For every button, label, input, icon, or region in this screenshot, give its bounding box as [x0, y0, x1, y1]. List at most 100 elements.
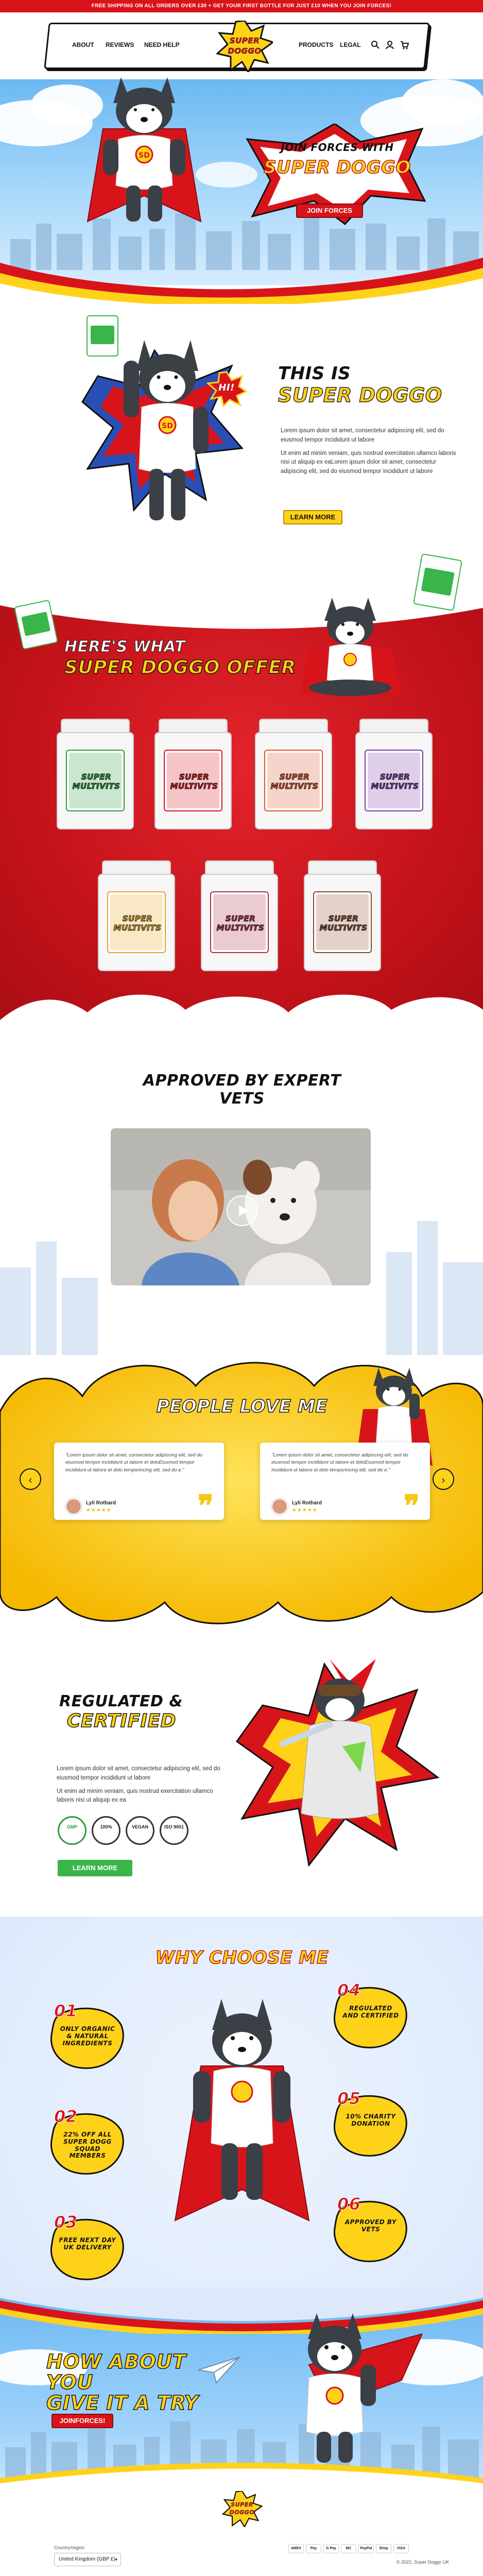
certified-paragraph-1: Lorem ipsum dolor sit amet, consectetur …	[57, 1766, 220, 1781]
why-item: 01 ONLY ORGANIC & NATURAL INGREDIENTS	[49, 2001, 126, 2071]
intro-paragraph-2: Ut enim ad minim veniam, quis nostrud ex…	[281, 450, 456, 475]
rating-stars-icon: ★★★★★	[86, 1507, 112, 1513]
why-item-text: 22% OFF ALL SUPER DOGG SQUAD MEMBERS	[63, 2131, 112, 2160]
product-tub[interactable]: SUPER MULTIVITS	[255, 719, 332, 829]
nav-reviews[interactable]: REVIEWS	[106, 41, 134, 48]
why-item-number: 01	[54, 2001, 78, 2021]
why-item-text: 10% CHARITY DONATION	[346, 2113, 396, 2127]
product-name-line-2: MULTIVITS	[319, 923, 368, 933]
page: FREE SHIPPING ON ALL ORDERS OVER £30 + G…	[0, 0, 483, 2576]
country-select[interactable]: United Kingdom (GBP £) ▾	[54, 2553, 121, 2566]
cta-join-forces-button[interactable]: JOINFORCES!	[51, 2414, 113, 2428]
payment-method-icon: Shop	[376, 2544, 391, 2553]
testimonial-card: "Lorem ipsum dolor sit amet, consectetur…	[260, 1443, 430, 1521]
search-icon[interactable]	[371, 40, 380, 49]
why-item-text: REGULATED AND CERTIFIED	[342, 2005, 399, 2019]
why-item: 05 10% CHARITY DONATION	[332, 2089, 409, 2159]
learn-more-button[interactable]: LEARN MORE	[283, 510, 342, 524]
testimonials-title: PEOPLE LOVE ME	[156, 1396, 328, 1417]
why-title: WHY CHOOSE ME	[155, 1947, 329, 1969]
tub-part: SUPER MULTIVITS	[66, 750, 125, 811]
intro-title-brand: SUPER DOGGO	[278, 383, 442, 407]
product-name-line-2: MULTIVITS	[72, 782, 120, 791]
play-icon	[239, 1205, 248, 1216]
offer-top-wave	[0, 587, 483, 629]
quote-mark-icon: ❞	[197, 1489, 214, 1523]
iso-badge: ISO 9001	[160, 1816, 188, 1845]
play-button[interactable]	[227, 1195, 257, 1226]
certified-title-highlight: CERTIFIED	[66, 1710, 177, 1732]
account-icon[interactable]	[385, 40, 394, 49]
product-name-line-1: SUPER	[81, 772, 112, 782]
announcement-bar: FREE SHIPPING ON ALL ORDERS OVER £30 + G…	[0, 0, 483, 12]
offer-title-brand: SUPER DOGGO OFFER	[64, 656, 296, 679]
product-name-line-1: SUPER	[179, 772, 210, 782]
logo-text-2: DOGGO	[228, 46, 262, 56]
hero-dog-mascot: SD	[87, 77, 202, 223]
product-name-line-2: MULTIVITS	[270, 782, 319, 791]
product-name-line-1: SUPER	[122, 914, 153, 923]
product-tub[interactable]: SUPER MULTIVITS	[201, 860, 278, 971]
nav-about[interactable]: ABOUT	[72, 41, 94, 48]
offer-bottom-cloud	[0, 994, 483, 1036]
why-item: 03 FREE NEXT DAY UK DELIVERY	[49, 2212, 126, 2282]
product-name-line-1: SUPER	[328, 914, 359, 923]
why-dog-mascot	[174, 1999, 310, 2222]
hero-title: JOIN FORCES WITH	[281, 141, 394, 154]
testimonial-quote: "Lorem ipsum dolor sit amet, consectetur…	[271, 1452, 408, 1473]
product-tub[interactable]: SUPER MULTIVITS	[154, 719, 232, 829]
certified-paragraphs: Lorem ipsum dolor sit amet, consectetur …	[57, 1765, 227, 1805]
product-tub-tilted-right	[412, 553, 463, 612]
why-item-text: APPROVED BY VETS	[344, 2218, 397, 2233]
product-name-line-2: MULTIVITS	[216, 923, 265, 933]
logo-text-1: SUPER	[229, 36, 260, 46]
testimonial-name: Lyli Rothard	[86, 1500, 116, 1506]
copyright: © 2022, Super Doggo UK	[396, 2560, 450, 2565]
scientist-dog-burst	[235, 1659, 440, 1867]
product-name-line-1: SUPER	[225, 914, 256, 923]
nav-need-help[interactable]: NEED HELP	[144, 41, 180, 48]
footer-logo-text-2: DOGGO	[229, 2509, 255, 2516]
product-tub[interactable]: SUPER MULTIVITS	[57, 719, 134, 829]
nav-products[interactable]: PRODUCTS	[299, 41, 333, 48]
product-tub[interactable]: SUPER MULTIVITS	[304, 860, 381, 971]
flying-dog-mascot	[306, 2313, 422, 2463]
certified-learn-more-button[interactable]: LEARN MORE	[58, 1860, 132, 1876]
rating-stars-icon: ★★★★★	[292, 1507, 318, 1513]
testimonial-name: Lyli Rothard	[292, 1500, 322, 1506]
cloud	[402, 79, 483, 126]
chevron-down-icon: ▾	[115, 2557, 117, 2562]
logo[interactable]: SUPER DOGGO	[215, 20, 275, 74]
testimonial-prev-button[interactable]: ‹	[20, 1468, 41, 1490]
svg-text:SD: SD	[139, 151, 150, 160]
payment-method-icon: Pay	[306, 2544, 321, 2553]
product-name-line-2: MULTIVITS	[113, 923, 162, 933]
why-item-number: 03	[54, 2212, 78, 2232]
payment-method-icon: VISA	[393, 2544, 409, 2553]
payment-method-icon: G Pay	[323, 2544, 339, 2553]
svg-text:SD: SD	[162, 422, 173, 430]
tub-part: SUPER MULTIVITS	[264, 750, 323, 811]
vegan-badge: VEGAN	[126, 1816, 154, 1845]
payment-method-icon: MC	[341, 2544, 356, 2553]
cta-title-line-1: HOW ABOUT YOU	[46, 2350, 186, 2394]
testimonial-next-button[interactable]: ›	[433, 1468, 454, 1490]
footer-logo-text-1: SUPER	[231, 2501, 253, 2508]
product-name-line-2: MULTIVITS	[170, 782, 218, 791]
offer-title: HERE'S WHAT	[64, 638, 185, 656]
payment-method-icon: AMEX	[288, 2544, 304, 2553]
product-tub[interactable]: SUPER MULTIVITS	[355, 719, 433, 829]
nav-legal[interactable]: LEGAL	[340, 41, 361, 48]
certified-title: REGULATED &	[59, 1692, 183, 1710]
tub-part: SUPER MULTIVITS	[107, 891, 166, 953]
product-tub[interactable]: SUPER MULTIVITS	[98, 860, 175, 971]
why-item-number: 04	[337, 1980, 361, 2001]
intro-paragraph-1: Lorem ipsum dolor sit amet, consectetur …	[281, 428, 444, 443]
footer-logo[interactable]: SUPER DOGGO	[221, 2490, 263, 2529]
cart-icon[interactable]	[400, 40, 409, 49]
cta-title: HOW ABOUT YOU GIVE IT A TRY	[46, 2350, 216, 2414]
hero-wave	[0, 258, 483, 304]
why-item-text: FREE NEXT DAY UK DELIVERY	[59, 2236, 116, 2251]
why-item: 04 REGULATED AND CERTIFIED	[332, 1980, 409, 2050]
join-forces-button[interactable]: JOIN FORCES	[296, 204, 363, 218]
